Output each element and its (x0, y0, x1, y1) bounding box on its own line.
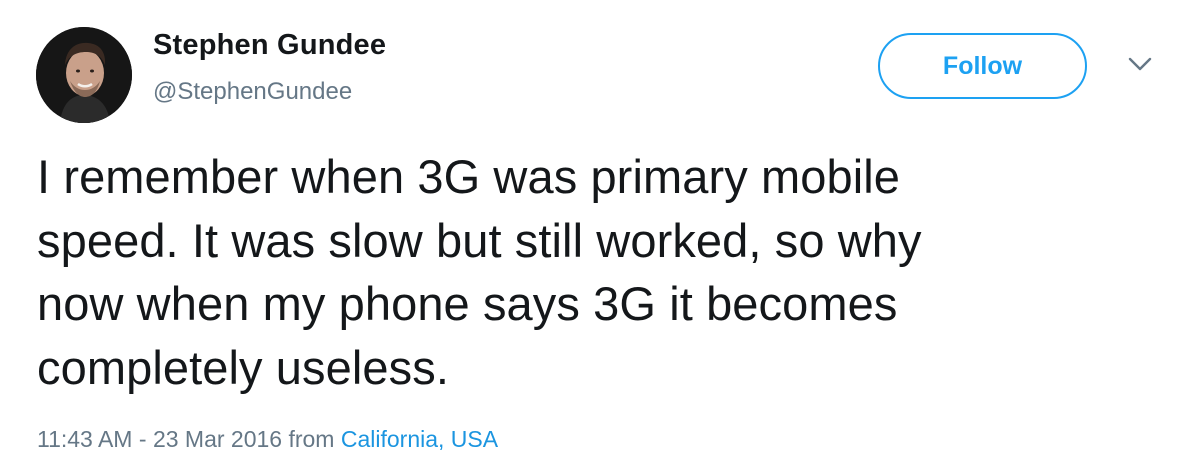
tweet-location-link[interactable]: California, USA (341, 426, 498, 452)
metadata-separator: - (132, 426, 153, 452)
author-handle[interactable]: @StephenGundee (153, 78, 352, 106)
from-text: from (282, 426, 341, 452)
avatar[interactable] (36, 27, 132, 123)
tweet-text-line: speed. It was slow but still worked, so … (37, 213, 922, 267)
chevron-down-icon[interactable] (1124, 52, 1156, 76)
tweet-text-line: now when my phone says 3G it becomes (37, 277, 898, 330)
avatar-photo (36, 27, 132, 123)
tweet-date[interactable]: 23 Mar 2016 (153, 426, 282, 452)
tweet-text-line: completely useless. (37, 340, 450, 394)
tweet-time[interactable]: 11:43 AM (37, 426, 132, 452)
author-name[interactable]: Stephen Gundee (153, 29, 386, 62)
tweet-text-line: I remember when 3G was primary mobile (37, 150, 901, 203)
tweet-card: Stephen Gundee @StephenGundee Follow I r… (0, 0, 1184, 476)
tweet-text: I remember when 3G was primary mobile sp… (37, 145, 1157, 399)
tweet-metadata: 11:43 AM - 23 Mar 2016 from California, … (37, 426, 498, 453)
follow-button[interactable]: Follow (878, 33, 1087, 99)
